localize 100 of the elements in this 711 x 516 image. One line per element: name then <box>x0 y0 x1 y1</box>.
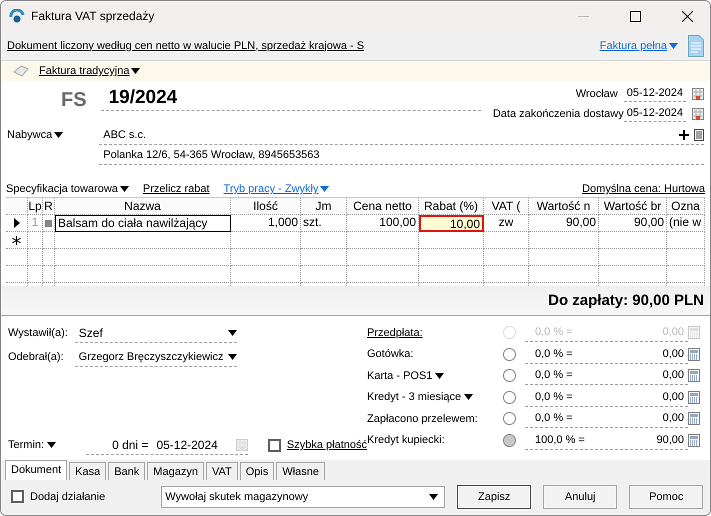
column-header[interactable]: Nazwa <box>55 198 231 215</box>
buyer-address: Polanka 12/6, 54-365 Wrocław, 8945653563 <box>103 148 320 160</box>
arrow-icon <box>14 218 20 228</box>
tab[interactable]: Dokument <box>5 460 68 480</box>
calendar-icon[interactable] <box>692 108 704 120</box>
column-header[interactable]: Ilość <box>231 198 301 215</box>
invoice-variant-link[interactable]: Faktura pełna <box>600 40 678 52</box>
caret-icon <box>669 42 678 48</box>
document-icon[interactable] <box>688 34 704 56</box>
calculator-icon[interactable] <box>688 434 700 447</box>
eraser-icon <box>13 65 29 77</box>
maximize-icon[interactable] <box>630 10 640 22</box>
table-cell <box>231 249 301 266</box>
table-cell <box>419 249 484 266</box>
document-number-field[interactable]: 19/2024 <box>100 85 481 111</box>
payment-method-dropdown[interactable]: Karta - POS1 <box>367 370 444 382</box>
buyer-dropdown[interactable]: Nabywca <box>7 128 64 142</box>
term-date: 05-12-2024 <box>156 438 219 452</box>
table-cell: 10,00 <box>419 215 484 232</box>
term-dropdown[interactable]: Termin: <box>8 439 56 451</box>
caret-icon <box>228 330 237 336</box>
recalculate-discount-link[interactable]: Przelicz rabat <box>142 183 210 195</box>
new-row-icon <box>12 236 21 244</box>
table-cell <box>43 249 55 266</box>
tab[interactable]: Bank <box>108 462 146 480</box>
table-cell <box>484 232 529 249</box>
current-row-indicator[interactable] <box>6 215 28 232</box>
delivery-date-field[interactable]: 05-12-2024 <box>624 105 686 122</box>
table-cell <box>667 232 705 249</box>
column-header[interactable]: Wartość br <box>599 198 667 215</box>
table-cell: Balsam do ciała nawilżający <box>55 215 231 232</box>
payment-radio[interactable] <box>503 369 516 382</box>
tab[interactable]: Opis <box>240 462 274 480</box>
table-cell: 1 <box>28 215 43 232</box>
table-cell <box>667 266 705 283</box>
issue-date-field[interactable]: 05-12-2024 <box>624 85 686 102</box>
calendar-icon[interactable] <box>692 88 704 100</box>
received-by-dropdown[interactable]: Grzegorz Bręczyszczykiewicz <box>74 347 237 367</box>
column-header[interactable]: Wartość n <box>529 198 599 215</box>
issued-by-dropdown[interactable]: Szef <box>74 323 237 343</box>
calculator-icon[interactable] <box>688 348 700 361</box>
table-cell: (nie w <box>667 215 705 232</box>
table-cell <box>301 249 347 266</box>
add-action-checkbox[interactable]: Dodaj działanie <box>11 490 106 503</box>
dialog-button[interactable]: Anuluj <box>543 484 618 508</box>
caret-icon <box>120 186 129 192</box>
payment-radio[interactable] <box>503 390 516 404</box>
document-type-dropdown[interactable]: Faktura tradycyjna <box>39 65 140 77</box>
payment-label: Kredyt kupiecki: <box>367 434 445 446</box>
column-header[interactable]: R <box>43 198 55 215</box>
quick-payment-checkbox[interactable]: Szybka płatność <box>268 438 367 452</box>
calculator-icon[interactable] <box>688 412 700 426</box>
work-mode-dropdown[interactable]: Tryb pracy - Zwykły <box>224 183 330 195</box>
column-header[interactable]: Ozna <box>667 198 705 215</box>
table-cell: szt. <box>301 215 347 232</box>
payment-radio[interactable] <box>503 434 516 447</box>
term-days: 0 dni = <box>112 438 148 452</box>
column-header[interactable]: Rabat (%) <box>419 198 484 215</box>
default-price-link[interactable]: Domyślna cena: Hurtowa <box>582 183 705 195</box>
square-icon <box>45 220 52 226</box>
table-cell <box>529 266 599 283</box>
dialog-button[interactable]: Pomoc <box>629 484 704 508</box>
payment-radio[interactable] <box>503 412 516 426</box>
caret-icon <box>429 494 438 500</box>
table-cell: 90,00 <box>599 215 667 232</box>
table-cell <box>419 232 484 249</box>
column-header[interactable]: VAT ( <box>484 198 529 215</box>
column-header[interactable]: Cena netto <box>347 198 419 215</box>
pricing-description-link[interactable]: Dokument liczony według cen netto w walucie PLN, sprzedaż krajowa - S <box>7 40 364 52</box>
tab[interactable]: VAT <box>206 462 238 480</box>
table-cell: 90,00 <box>529 215 599 232</box>
payment-method-dropdown[interactable]: Kredyt - 3 miesiące <box>367 391 474 404</box>
add-icon[interactable] <box>679 130 689 140</box>
tab[interactable]: Kasa <box>69 462 106 480</box>
received-by-label: Odebrał(a): <box>8 351 64 363</box>
column-header[interactable]: Lp <box>28 198 43 215</box>
list-icon[interactable] <box>694 128 704 140</box>
buyer-name: ABC s.c. <box>103 128 148 140</box>
table-cell <box>28 249 43 266</box>
table-cell <box>347 232 419 249</box>
caret-icon <box>131 68 140 74</box>
specification-dropdown[interactable]: Specyfikacja towarowa <box>6 183 129 195</box>
calculator-icon[interactable] <box>688 369 700 382</box>
table-cell <box>599 266 667 283</box>
close-icon[interactable] <box>682 10 692 22</box>
caret-icon <box>228 354 237 360</box>
calculator-icon[interactable] <box>688 390 700 404</box>
tab[interactable]: Magazyn <box>147 462 204 480</box>
tab[interactable]: Własne <box>276 462 326 480</box>
delivery-date-label: Data zakończenia dostawy <box>492 108 624 120</box>
amount-due: Do zapłaty: 90,00 PLN <box>548 292 704 309</box>
term-field[interactable]: 0 dni = 05-12-2024 <box>86 435 248 455</box>
caret-icon <box>464 394 474 400</box>
payment-radio[interactable] <box>503 348 516 361</box>
column-header[interactable]: Jm <box>301 198 347 215</box>
table-cell <box>231 266 301 283</box>
warehouse-effect-dropdown[interactable]: Wywołaj skutek magazynowy <box>161 486 446 508</box>
app-logo-icon <box>9 9 25 23</box>
table-cell <box>599 232 667 249</box>
dialog-button[interactable]: Zapisz <box>457 484 532 508</box>
